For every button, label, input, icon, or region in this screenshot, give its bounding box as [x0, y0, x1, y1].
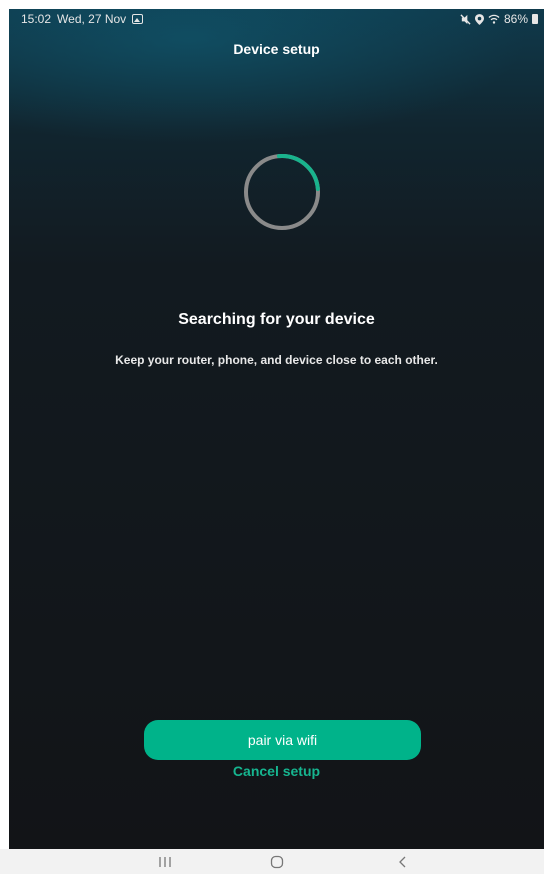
status-bar: 15:02 Wed, 27 Nov 86% [9, 9, 544, 29]
app-screen: 15:02 Wed, 27 Nov 86% Device setup Searc… [9, 9, 544, 849]
mute-icon [460, 13, 471, 25]
status-left: 15:02 Wed, 27 Nov [21, 9, 144, 29]
pair-via-wifi-button[interactable]: pair via wifi [144, 720, 421, 760]
gallery-icon [132, 14, 144, 24]
recents-icon[interactable] [150, 849, 180, 874]
location-icon [474, 13, 484, 25]
home-icon[interactable] [262, 849, 292, 874]
page-title: Device setup [233, 41, 320, 57]
loading-spinner-icon [244, 154, 320, 230]
status-date: Wed, 27 Nov [57, 12, 127, 26]
status-right: 86% [460, 9, 538, 29]
searching-heading: Searching for your device [178, 311, 375, 328]
status-time: 15:02 [21, 12, 52, 26]
battery-level: 86% [503, 12, 528, 26]
system-nav-bar [0, 849, 544, 874]
cancel-setup-link[interactable]: Cancel setup [9, 763, 544, 779]
spinner-arc [244, 154, 320, 230]
searching-subtext: Keep your router, phone, and device clos… [115, 353, 438, 367]
back-icon[interactable] [388, 849, 418, 874]
battery-icon [532, 14, 538, 24]
wifi-icon [488, 14, 500, 24]
